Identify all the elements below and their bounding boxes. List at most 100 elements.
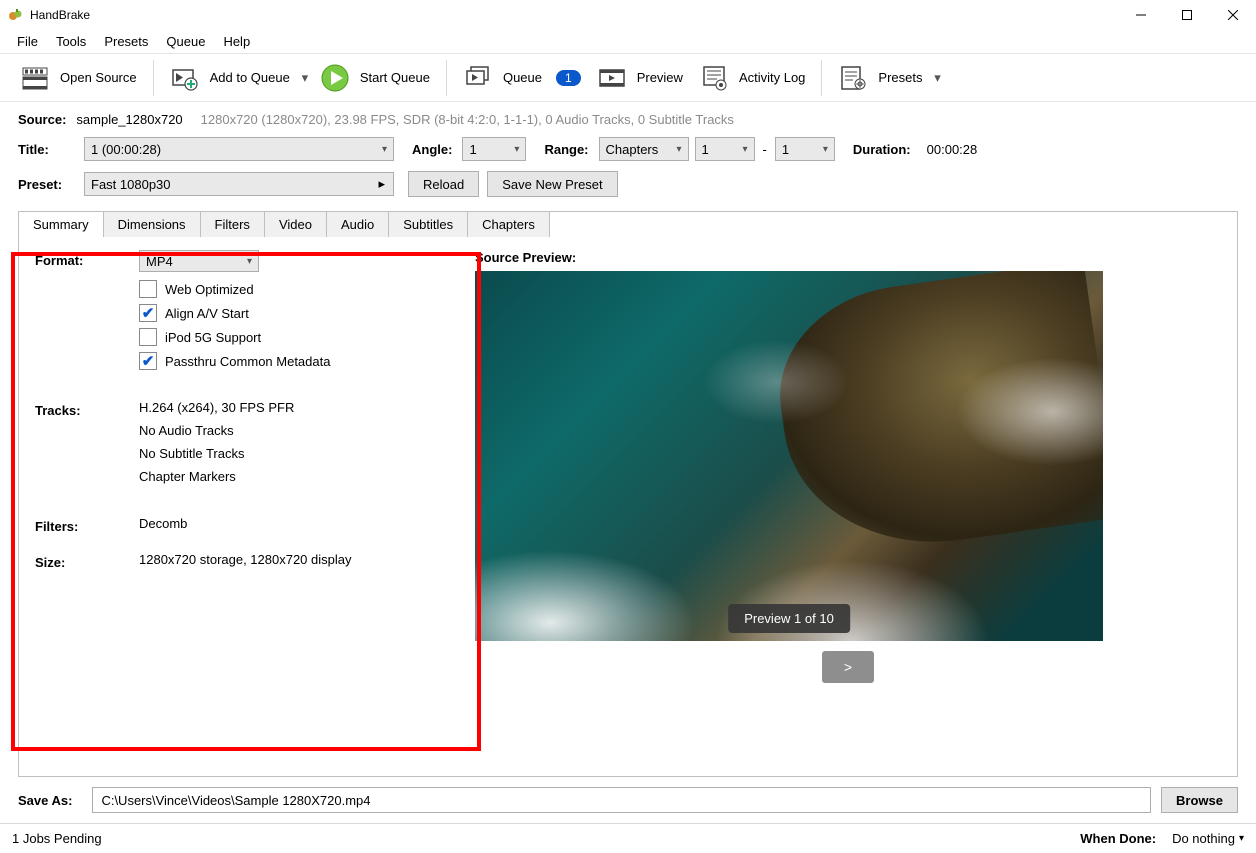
queue-label: Queue [503, 70, 542, 85]
duration-label: Duration: [853, 142, 911, 157]
activity-log-button[interactable]: Activity Log [691, 58, 813, 98]
minimize-button[interactable] [1118, 0, 1164, 30]
add-to-queue-label: Add to Queue [210, 70, 290, 85]
queue-count-badge: 1 [556, 70, 581, 86]
save-row: Save As: Browse [0, 777, 1256, 823]
align-av-label: Align A/V Start [165, 306, 249, 321]
ipod-label: iPod 5G Support [165, 330, 261, 345]
range-to-select[interactable]: 1▾ [775, 137, 835, 161]
open-source-button[interactable]: Open Source [12, 58, 145, 98]
preset-label: Preset: [18, 177, 74, 192]
source-name: sample_1280x720 [76, 112, 182, 127]
add-to-queue-dropdown[interactable]: ▾ [298, 70, 312, 86]
close-button[interactable] [1210, 0, 1256, 30]
add-to-queue-button[interactable]: Add to Queue [162, 58, 298, 98]
statusbar: 1 Jobs Pending When Done: Do nothing▾ [0, 823, 1256, 853]
source-details: 1280x720 (1280x720), 23.98 FPS, SDR (8-b… [201, 112, 734, 127]
summary-panel: Format: MP4▾ Web Optimized ✔ Align A/V St… [35, 250, 475, 768]
tracks-label: Tracks: [35, 400, 139, 492]
menu-presets[interactable]: Presets [95, 31, 157, 52]
maximize-button[interactable] [1164, 0, 1210, 30]
presets-button[interactable]: Presets [830, 58, 930, 98]
activity-log-icon [699, 63, 729, 93]
range-label: Range: [544, 142, 588, 157]
presets-icon [838, 63, 868, 93]
start-queue-button[interactable]: Start Queue [312, 58, 438, 98]
tab-chapters[interactable]: Chapters [467, 211, 550, 237]
window-title: HandBrake [30, 8, 1118, 22]
preset-row: Preset: Fast 1080p30▸ Reload Save New Pr… [18, 171, 1238, 197]
menubar: File Tools Presets Queue Help [0, 30, 1256, 54]
toolbar-separator [446, 60, 447, 96]
presets-dropdown[interactable]: ▾ [931, 70, 945, 86]
angle-select[interactable]: 1▾ [462, 137, 526, 161]
open-source-label: Open Source [60, 70, 137, 85]
range-mode-select[interactable]: Chapters▾ [599, 137, 689, 161]
preview-image: Preview 1 of 10 [475, 271, 1103, 641]
toolbar-separator [153, 60, 154, 96]
source-label: Source: [18, 112, 66, 127]
title-select[interactable]: 1 (00:00:28)▾ [84, 137, 394, 161]
browse-button[interactable]: Browse [1161, 787, 1238, 813]
presets-label: Presets [878, 70, 922, 85]
reload-button[interactable]: Reload [408, 171, 479, 197]
when-done-label: When Done: [1080, 831, 1156, 846]
duration-value: 00:00:28 [927, 142, 978, 157]
align-av-checkbox[interactable]: ✔ [139, 304, 157, 322]
preview-title: Source Preview: [475, 250, 1221, 265]
passthru-label: Passthru Common Metadata [165, 354, 330, 369]
queue-button[interactable]: Queue 1 [455, 58, 589, 98]
when-done-select[interactable]: Do nothing▾ [1172, 831, 1244, 846]
tabs-strip: Summary Dimensions Filters Video Audio S… [18, 211, 1236, 237]
activity-log-label: Activity Log [739, 70, 805, 85]
preview-panel: Source Preview: Preview 1 of 10 > [475, 250, 1221, 768]
preset-select[interactable]: Fast 1080p30▸ [84, 172, 394, 196]
menu-tools[interactable]: Tools [47, 31, 95, 52]
start-queue-label: Start Queue [360, 70, 430, 85]
add-queue-icon [170, 63, 200, 93]
track-audio: No Audio Tracks [139, 423, 475, 438]
preview-label: Preview [637, 70, 683, 85]
size-value: 1280x720 storage, 1280x720 display [139, 552, 352, 567]
track-video: H.264 (x264), 30 FPS PFR [139, 400, 475, 415]
play-icon [320, 63, 350, 93]
app-icon [8, 7, 24, 23]
titlebar: HandBrake [0, 0, 1256, 30]
save-as-label: Save As: [18, 793, 72, 808]
tab-container: Summary Dimensions Filters Video Audio S… [18, 211, 1238, 777]
tab-dimensions[interactable]: Dimensions [103, 211, 201, 237]
filters-value: Decomb [139, 516, 187, 531]
passthru-checkbox[interactable]: ✔ [139, 352, 157, 370]
range-from-select[interactable]: 1▾ [695, 137, 755, 161]
preview-badge: Preview 1 of 10 [728, 604, 850, 633]
save-new-preset-button[interactable]: Save New Preset [487, 171, 617, 197]
tab-subtitles[interactable]: Subtitles [388, 211, 468, 237]
film-icon [20, 63, 50, 93]
web-optimized-label: Web Optimized [165, 282, 254, 297]
format-label: Format: [35, 250, 139, 376]
filters-label: Filters: [35, 516, 139, 534]
track-subs: No Subtitle Tracks [139, 446, 475, 461]
tab-filters[interactable]: Filters [200, 211, 265, 237]
save-path-input[interactable] [92, 787, 1151, 813]
preview-button[interactable]: Preview [589, 58, 691, 98]
menu-help[interactable]: Help [214, 31, 259, 52]
tab-video[interactable]: Video [264, 211, 327, 237]
queue-icon [463, 63, 493, 93]
title-row: Title: 1 (00:00:28)▾ Angle: 1▾ Range: Ch… [18, 137, 1238, 161]
title-label: Title: [18, 142, 74, 157]
source-row: Source: sample_1280x720 1280x720 (1280x7… [18, 112, 1238, 127]
toolbar-separator [821, 60, 822, 96]
preview-next-button[interactable]: > [822, 651, 874, 683]
menu-queue[interactable]: Queue [157, 31, 214, 52]
ipod-checkbox[interactable] [139, 328, 157, 346]
web-optimized-checkbox[interactable] [139, 280, 157, 298]
size-label: Size: [35, 552, 139, 570]
tab-summary[interactable]: Summary [18, 211, 104, 237]
menu-file[interactable]: File [8, 31, 47, 52]
tab-audio[interactable]: Audio [326, 211, 389, 237]
format-select[interactable]: MP4▾ [139, 250, 259, 272]
track-chapters: Chapter Markers [139, 469, 475, 484]
status-jobs: 1 Jobs Pending [12, 831, 1080, 846]
preview-icon [597, 63, 627, 93]
